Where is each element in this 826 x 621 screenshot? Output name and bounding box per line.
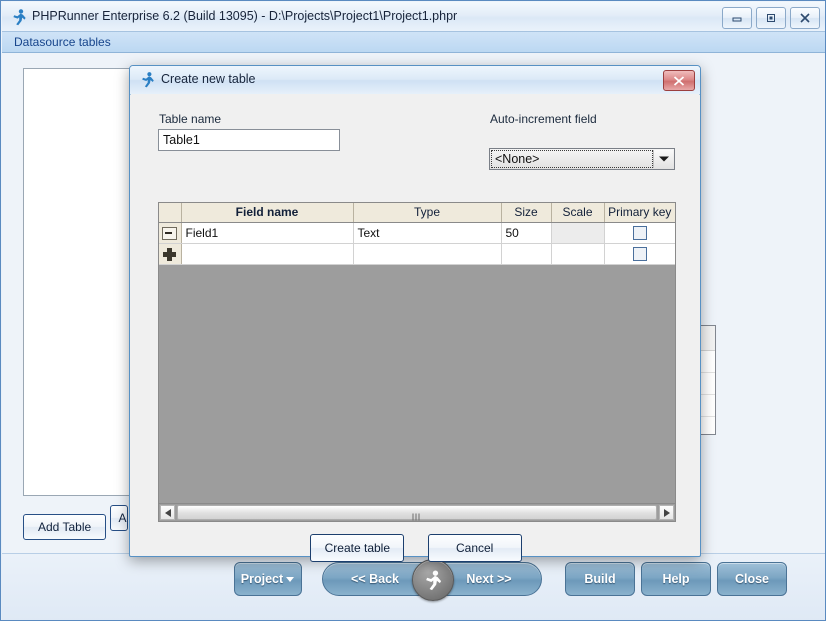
grid-header-row: Field name Type Size Scale Primary key [159,203,675,223]
close-app-button[interactable]: Close [717,562,787,596]
cell-primary-key[interactable] [604,222,675,244]
cell-size[interactable]: 50 [501,222,552,244]
project-button[interactable]: Project [234,562,302,596]
bottom-toolbar: Project << Back Next >> Build Help Close [2,553,825,620]
table-row[interactable]: Field1 Text 50 [159,222,675,244]
column-header-scale[interactable]: Scale [551,203,605,223]
table-action-buttons: Add Table A [23,505,128,540]
close-button[interactable] [790,7,820,29]
minimize-icon [732,17,742,22]
primary-key-checkbox[interactable] [632,225,647,240]
window-title: PHPRunner Enterprise 6.2 (Build 13095) -… [32,9,458,23]
fields-table: Field name Type Size Scale Primary key F… [159,203,675,265]
row-indicator-new[interactable] [159,243,182,265]
chevron-left-icon [164,508,171,517]
chevron-down-icon[interactable] [653,150,673,168]
table-name-label: Table name [159,112,222,126]
auto-increment-select[interactable]: <None> [489,148,675,170]
create-new-table-dialog: Create new table Table name Auto-increme… [129,65,701,562]
cancel-button[interactable]: Cancel [427,534,522,562]
auto-increment-label: Auto-increment field [490,112,597,126]
chevron-down-icon [286,577,294,582]
dialog-title: Create new table [161,72,256,86]
close-icon [800,13,810,23]
plus-icon [163,247,177,261]
row-indicator-current[interactable] [159,222,182,244]
close-icon [673,75,685,86]
runner-icon [139,71,156,88]
tabstrip: Datasource tables [2,32,825,53]
column-header-field-name[interactable]: Field name [181,203,354,223]
cell-scale[interactable] [551,222,605,244]
window-controls [722,7,820,29]
cell-scale[interactable] [551,243,605,265]
chevron-right-icon [663,508,670,517]
maximize-icon [767,14,775,22]
secondary-table-button[interactable]: A [109,505,128,531]
hscroll-right-button[interactable] [659,505,674,520]
table-name-input[interactable] [158,129,340,151]
minimize-button[interactable] [722,7,752,29]
dialog-titlebar: Create new table [130,66,700,95]
scroll-grip-icon [412,509,422,520]
run-button[interactable] [412,559,454,601]
auto-increment-value: <None> [491,150,653,168]
maximize-button[interactable] [756,7,786,29]
hscroll-thumb[interactable] [177,505,657,520]
cell-type[interactable] [353,243,502,265]
project-button-label: Project [240,572,284,586]
dialog-action-buttons: Create table Cancel [131,534,701,562]
grid-empty-area [159,265,675,503]
create-table-button[interactable]: Create table [310,534,405,562]
fields-grid[interactable]: Field name Type Size Scale Primary key F… [158,202,676,522]
dialog-body: Table name Auto-increment field <None> [131,94,699,562]
primary-key-checkbox[interactable] [632,246,647,261]
grid-indicator-header [159,203,182,223]
cell-primary-key[interactable] [604,243,675,265]
minus-icon [162,226,178,240]
runner-icon [426,570,442,591]
add-table-button[interactable]: Add Table [23,514,107,540]
grid-horizontal-scrollbar[interactable] [159,503,675,521]
column-header-type[interactable]: Type [353,203,502,223]
dialog-close-button[interactable] [663,70,695,91]
window-titlebar: PHPRunner Enterprise 6.2 (Build 13095) -… [2,2,825,32]
build-button[interactable]: Build [565,562,635,596]
cell-field-name[interactable] [181,243,354,265]
tab-datasource-tables[interactable]: Datasource tables [14,35,111,49]
application-window: PHPRunner Enterprise 6.2 (Build 13095) -… [0,0,826,621]
cell-field-name[interactable]: Field1 [181,222,354,244]
cell-size[interactable] [501,243,552,265]
hscroll-left-button[interactable] [160,505,175,520]
runner-icon [10,8,28,26]
column-header-size[interactable]: Size [501,203,552,223]
cell-type[interactable]: Text [353,222,502,244]
help-button[interactable]: Help [641,562,711,596]
column-header-primary-key[interactable]: Primary key [604,203,675,223]
table-row[interactable] [159,243,675,265]
